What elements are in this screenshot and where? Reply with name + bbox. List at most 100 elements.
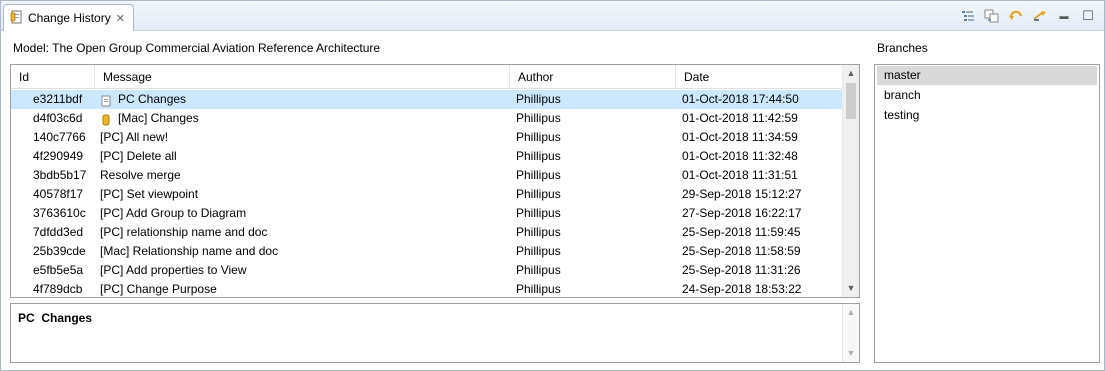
table-body: e3211bdf PC Changes Phillipus 01-Oct-2018 1… [11,90,843,297]
commit-id: 3bdb5b17 [33,168,87,182]
commit-message: PC Changes [100,90,510,109]
commit-message: [Mac] Changes [100,109,510,128]
column-header-date[interactable]: Date [676,65,843,89]
table-row[interactable]: 3763610c [PC] Add Group to Diagram Phillip… [11,204,843,223]
commit-author: Phillipus [516,92,561,106]
history-icon [10,10,24,27]
commit-author: Phillipus [516,206,561,220]
scroll-down-icon[interactable]: ▼ [843,280,859,297]
commit-author: Phillipus [516,111,561,125]
branches-label: Branches [877,41,928,55]
commit-id: e3211bdf [33,92,83,106]
sync-icon[interactable] [984,8,1000,24]
commit-message: [Mac] Relationship name and doc [100,242,510,261]
model-label: Model: The Open Group Commercial Aviatio… [13,41,381,55]
tag-icon [100,113,112,125]
commit-message-label: [PC] Add properties to View [100,263,247,277]
commit-message: [PC] Delete all [100,147,510,166]
tab-change-history[interactable]: Change History ✕ [3,4,134,31]
commit-date: 01-Oct-2018 11:32:48 [682,149,798,163]
table-row[interactable]: 7dfdd3ed [PC] relationship name and doc Ph… [11,223,843,242]
commit-id: e5fb5e5a [33,263,84,277]
commit-message-label: [Mac] Changes [118,111,199,125]
commit-message: [PC] Add properties to View [100,261,510,280]
commit-date: 01-Oct-2018 11:42:59 [682,111,798,125]
revert-icon[interactable] [1008,8,1024,24]
commit-id: d4f03c6d [33,111,83,125]
commit-date: 01-Oct-2018 17:44:50 [682,92,799,106]
commit-date: 29-Sep-2018 15:12:27 [682,187,802,201]
table-row[interactable]: 4f290949 [PC] Delete all Phillipus 01-Oct-2… [11,147,843,166]
table-row[interactable]: 3bdb5b17 Resolve merge Phillipus 01-Oct-201… [11,166,843,185]
column-header-message[interactable]: Message [95,65,510,89]
commit-message-label: Resolve merge [100,168,181,182]
commit-id: 4f789dcb [33,282,83,296]
commit-author: Phillipus [516,244,561,258]
table-row[interactable]: d4f03c6d [Mac] Changes Phillipus 01-Oct-201… [11,109,843,128]
commit-id: 7dfdd3ed [33,225,84,239]
branch-item[interactable]: testing [877,106,1097,125]
commit-author: Phillipus [516,282,561,296]
maximize-icon[interactable]: ☐ [1080,8,1096,24]
note-icon [100,94,112,106]
commit-date: 01-Oct-2018 11:31:51 [682,168,798,182]
tab-title: Change History [28,11,111,25]
commit-id: 25b39cde [33,244,86,258]
commit-message-label: [Mac] Relationship name and doc [100,244,279,258]
scroll-up-icon[interactable]: ▲ [843,304,859,321]
commit-date: 24-Sep-2018 18:53:22 [682,282,802,296]
table-row[interactable]: 25b39cde [Mac] Relationship name and doc P… [11,242,843,261]
close-icon[interactable]: ✕ [116,12,125,25]
change-history-view: Change History ✕ ▬ ☐ Model: The Open Gro… [0,0,1105,371]
commit-id: 140c7766 [33,130,86,144]
commit-date: 25-Sep-2018 11:58:59 [682,244,801,258]
view-toolbar: ▬ ☐ [960,8,1096,24]
commit-message: [PC] Set viewpoint [100,185,510,204]
commit-message-text: PC Changes [18,311,93,325]
minimize-icon[interactable]: ▬ [1056,8,1072,24]
commit-message-panel[interactable]: PC Changes ▲ ▼ [10,303,860,363]
commit-message: [PC] Change Purpose [100,280,510,297]
collapse-tree-icon[interactable] [960,8,976,24]
commit-message-label: [PC] Change Purpose [100,282,217,296]
commit-message-label: [PC] Set viewpoint [100,187,199,201]
commit-id: 40578f17 [33,187,84,201]
commit-date: 27-Sep-2018 16:22:17 [682,206,802,220]
table-scrollbar[interactable]: ▲ ▼ [842,65,859,297]
scroll-down-icon[interactable]: ▼ [843,345,859,362]
commit-id: 4f290949 [33,149,84,163]
commit-message-label: [PC] relationship name and doc [100,225,268,239]
table-row[interactable]: 140c7766 [PC] All new! Phillipus 01-Oct-201… [11,128,843,147]
branches-list: master branch testing [874,64,1100,363]
commit-message: [PC] All new! [100,128,510,147]
commit-id: 3763610c [33,206,86,220]
commit-message: [PC] relationship name and doc [100,223,510,242]
commit-author: Phillipus [516,263,561,277]
tab-bar: Change History ✕ ▬ ☐ [1,1,1104,31]
scrollbar-thumb[interactable] [846,83,856,119]
commit-message-label: [PC] All new! [100,130,169,144]
commit-date: 01-Oct-2018 11:34:59 [682,130,798,144]
column-header-author[interactable]: Author [510,65,676,89]
table-row[interactable]: 4f789dcb [PC] Change Purpose Phillipus 24-S… [11,280,843,297]
table-header: Id Message Author Date [11,65,843,89]
history-table: Id Message Author Date e3211bdf PC Change… [10,64,860,298]
commit-date: 25-Sep-2018 11:59:45 [682,225,801,239]
branch-item[interactable]: branch [877,86,1097,105]
commit-author: Phillipus [516,149,561,163]
scroll-up-icon[interactable]: ▲ [843,65,859,82]
commit-author: Phillipus [516,225,561,239]
restore-icon[interactable] [1032,8,1048,24]
comment-scrollbar[interactable]: ▲ ▼ [842,304,859,362]
commit-message-label: PC Changes [118,92,187,106]
table-row[interactable]: e3211bdf PC Changes Phillipus 01-Oct-2018 1… [11,90,843,109]
commit-message: [PC] Add Group to Diagram [100,204,510,223]
commit-author: Phillipus [516,130,561,144]
table-row[interactable]: e5fb5e5a [PC] Add properties to View Phill… [11,261,843,280]
table-row[interactable]: 40578f17 [PC] Set viewpoint Phillipus 29-Se… [11,185,843,204]
branch-item[interactable]: master [877,66,1097,85]
commit-author: Phillipus [516,187,561,201]
commit-author: Phillipus [516,168,561,182]
commit-message-label: [PC] Delete all [100,149,177,163]
column-header-id[interactable]: Id [11,65,95,89]
